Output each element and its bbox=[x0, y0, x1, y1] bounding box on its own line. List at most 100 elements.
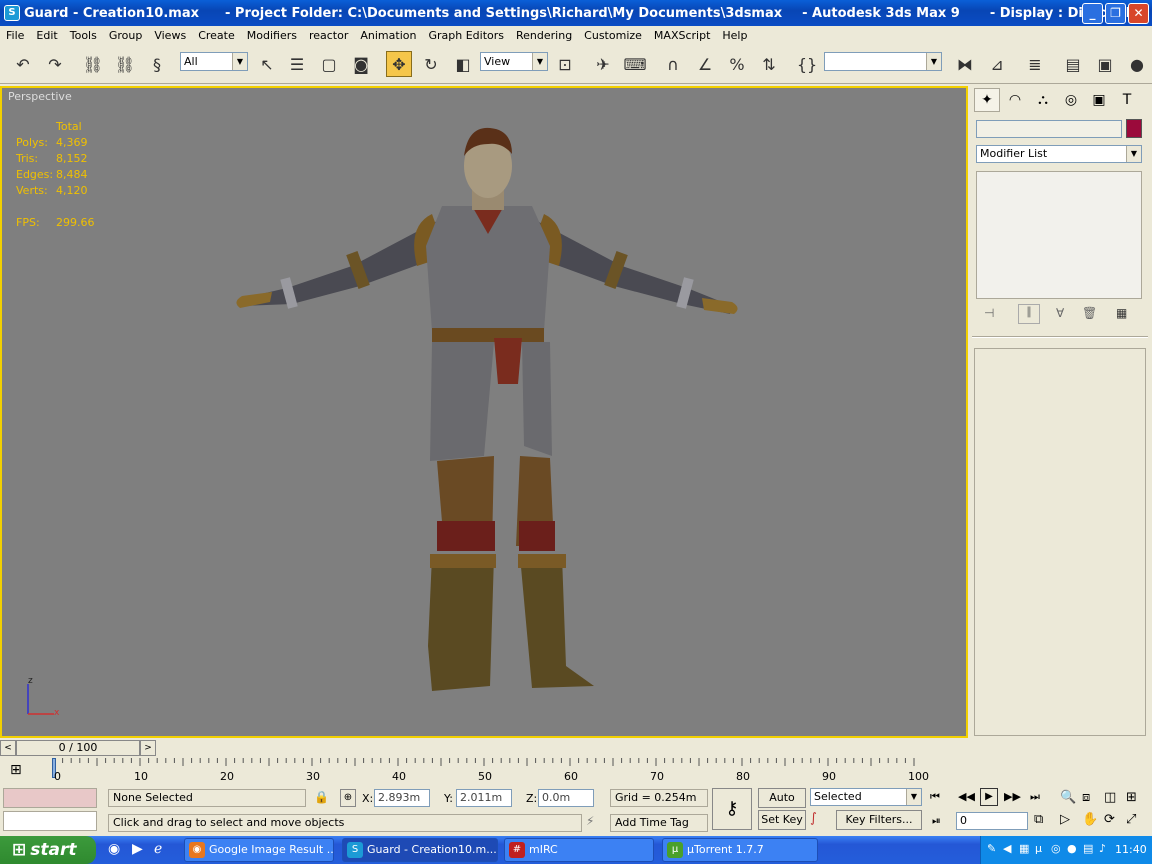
menu-edit[interactable]: Edit bbox=[30, 29, 63, 42]
snap-toggle-icon[interactable]: ∩ bbox=[660, 51, 686, 77]
y-coordinate-field[interactable]: 2.011m bbox=[456, 789, 512, 807]
menu-views[interactable]: Views bbox=[148, 29, 192, 42]
maxscript-input[interactable] bbox=[3, 811, 97, 831]
task-mirc[interactable]: # mIRC bbox=[504, 838, 654, 862]
menu-file[interactable]: File bbox=[0, 29, 30, 42]
angle-snap-icon[interactable]: ∠ bbox=[692, 51, 718, 77]
make-unique-icon[interactable]: ∀ bbox=[1056, 306, 1064, 320]
layer-manager-icon[interactable]: ≣ bbox=[1022, 51, 1048, 77]
menu-modifiers[interactable]: Modifiers bbox=[241, 29, 303, 42]
time-configuration-icon[interactable]: ⧉ bbox=[1034, 812, 1043, 827]
maximize-viewport-icon[interactable]: ⤢ bbox=[1126, 812, 1136, 827]
field-of-view-icon[interactable]: ▷ bbox=[1060, 812, 1070, 827]
create-tab-icon[interactable]: ✦ bbox=[974, 88, 1000, 112]
previous-frame-icon[interactable]: ◀◀ bbox=[958, 790, 975, 803]
edit-named-selection-icon[interactable]: {} bbox=[794, 51, 820, 77]
hierarchy-tab-icon[interactable]: ⛬ bbox=[1030, 88, 1056, 112]
menu-tools[interactable]: Tools bbox=[64, 29, 103, 42]
select-and-rotate-icon[interactable]: ↻ bbox=[418, 51, 444, 77]
track-bar[interactable]: ⊞ 0 10 20 30 40 50 60 70 80 90 100 bbox=[0, 758, 968, 784]
ie-quicklaunch-icon[interactable]: ℯ bbox=[154, 841, 162, 857]
x-coordinate-field[interactable]: 2.893m bbox=[374, 789, 430, 807]
clock[interactable]: 11:40 bbox=[1115, 843, 1147, 856]
display-tab-icon[interactable]: ▣ bbox=[1086, 88, 1112, 112]
material-editor-icon[interactable]: ● bbox=[1124, 51, 1150, 77]
menu-group[interactable]: Group bbox=[103, 29, 149, 42]
show-end-result-icon[interactable]: ∥ bbox=[1018, 304, 1040, 324]
remove-modifier-icon[interactable]: 🗑 bbox=[1082, 306, 1097, 320]
select-by-name-icon[interactable]: ☰ bbox=[284, 51, 310, 77]
align-icon[interactable]: ⊿ bbox=[984, 51, 1010, 77]
named-selection-dropdown[interactable]: ▼ bbox=[824, 52, 942, 71]
add-time-tag-button[interactable]: Add Time Tag bbox=[610, 814, 708, 832]
task-3dsmax[interactable]: S Guard - Creation10.m... bbox=[342, 838, 498, 862]
perspective-viewport[interactable]: Perspective Total Polys: 4,369 Tris: 8,1… bbox=[0, 86, 968, 738]
tray-app-icon[interactable]: µ bbox=[1035, 842, 1042, 855]
zoom-all-icon[interactable]: ⧈ bbox=[1082, 790, 1090, 805]
keyboard-shortcut-override-icon[interactable]: ⌨ bbox=[622, 51, 648, 77]
spinner-snap-icon[interactable]: ⇅ bbox=[756, 51, 782, 77]
tray-app-icon[interactable]: ◎ bbox=[1051, 842, 1061, 855]
object-color-swatch[interactable] bbox=[1126, 119, 1142, 138]
key-filters-button[interactable]: Key Filters... bbox=[836, 810, 922, 830]
unlink-icon[interactable]: ⛓ bbox=[112, 51, 138, 77]
select-and-move-icon[interactable]: ✥ bbox=[386, 51, 412, 77]
tray-app-icon[interactable]: ● bbox=[1067, 842, 1077, 855]
bind-space-warp-icon[interactable]: § bbox=[144, 51, 170, 77]
minimize-button[interactable]: _ bbox=[1082, 3, 1103, 24]
firefox-quicklaunch-icon[interactable]: ◉ bbox=[108, 841, 120, 857]
selection-filter-dropdown[interactable]: All ▼ bbox=[180, 52, 248, 71]
media-player-quicklaunch-icon[interactable]: ▶ bbox=[132, 841, 143, 857]
curve-editor-icon[interactable]: ▤ bbox=[1060, 51, 1086, 77]
zoom-extents-all-icon[interactable]: ⊞ bbox=[1126, 790, 1137, 805]
network-icon[interactable]: ▤ bbox=[1083, 842, 1093, 855]
task-firefox[interactable]: ◉ Google Image Result ... bbox=[184, 838, 334, 862]
go-to-end-icon[interactable]: ⏭ bbox=[1030, 790, 1040, 804]
menu-help[interactable]: Help bbox=[716, 29, 753, 42]
select-and-scale-icon[interactable]: ◧ bbox=[450, 51, 476, 77]
percent-snap-icon[interactable]: % bbox=[724, 51, 750, 77]
configure-modifier-sets-icon[interactable]: ▦ bbox=[1116, 306, 1127, 320]
current-frame-field[interactable]: 0 bbox=[956, 812, 1028, 830]
title-bar[interactable]: S Guard - Creation10.max - Project Folde… bbox=[0, 0, 1152, 26]
menu-maxscript[interactable]: MAXScript bbox=[648, 29, 716, 42]
set-key-icon[interactable]: ⚷ bbox=[712, 788, 752, 830]
task-utorrent[interactable]: µ µTorrent 1.7.7 bbox=[662, 838, 818, 862]
selection-lock-icon[interactable]: 🔒 bbox=[314, 790, 329, 804]
play-icon[interactable]: ▶ bbox=[980, 788, 998, 806]
utilities-tab-icon[interactable]: T bbox=[1114, 88, 1140, 112]
modify-tab-icon[interactable]: ◠ bbox=[1002, 88, 1028, 112]
go-to-start-icon[interactable]: ⏮ bbox=[930, 790, 940, 804]
modifier-list-dropdown[interactable]: Modifier List ▼ bbox=[976, 145, 1142, 163]
pan-view-icon[interactable]: ✋ bbox=[1082, 812, 1098, 827]
maximize-button[interactable]: ❐ bbox=[1105, 3, 1126, 24]
select-and-link-icon[interactable]: ⛓ bbox=[80, 51, 106, 77]
app-icon[interactable]: S bbox=[4, 5, 20, 21]
maxscript-listener-mini[interactable] bbox=[3, 788, 97, 808]
schematic-view-icon[interactable]: ▣ bbox=[1092, 51, 1118, 77]
menu-customize[interactable]: Customize bbox=[578, 29, 648, 42]
select-object-icon[interactable]: ↖ bbox=[254, 51, 280, 77]
window-crossing-icon[interactable]: ◙ bbox=[348, 51, 374, 77]
mini-curve-editor-icon[interactable]: ⊞ bbox=[10, 762, 22, 778]
modifier-stack[interactable] bbox=[976, 171, 1142, 299]
rectangular-selection-icon[interactable]: ▢ bbox=[316, 51, 342, 77]
next-frame-icon[interactable]: ▶▶ bbox=[1004, 790, 1021, 803]
motion-tab-icon[interactable]: ◎ bbox=[1058, 88, 1084, 112]
close-button[interactable]: ✕ bbox=[1128, 3, 1149, 24]
key-mode-dropdown[interactable]: Selected ▼ bbox=[810, 788, 922, 806]
undo-icon[interactable]: ↶ bbox=[10, 51, 36, 77]
tray-app-icon[interactable]: ◀ bbox=[1003, 842, 1011, 855]
set-key-button[interactable]: Set Key bbox=[758, 810, 806, 830]
guard-character-model[interactable] bbox=[232, 126, 742, 716]
menu-animation[interactable]: Animation bbox=[354, 29, 422, 42]
auto-key-button[interactable]: Auto Key bbox=[758, 788, 806, 822]
object-name-field[interactable] bbox=[976, 120, 1122, 138]
arc-rotate-icon[interactable]: ⟳ bbox=[1104, 812, 1115, 827]
prev-frame-icon[interactable]: < bbox=[0, 740, 16, 756]
next-frame-icon[interactable]: > bbox=[140, 740, 156, 756]
absolute-mode-icon[interactable]: ⊕ bbox=[340, 789, 356, 807]
z-coordinate-field[interactable]: 0.0m bbox=[538, 789, 594, 807]
redo-icon[interactable]: ↷ bbox=[42, 51, 68, 77]
mirror-icon[interactable]: ⧓ bbox=[952, 51, 978, 77]
